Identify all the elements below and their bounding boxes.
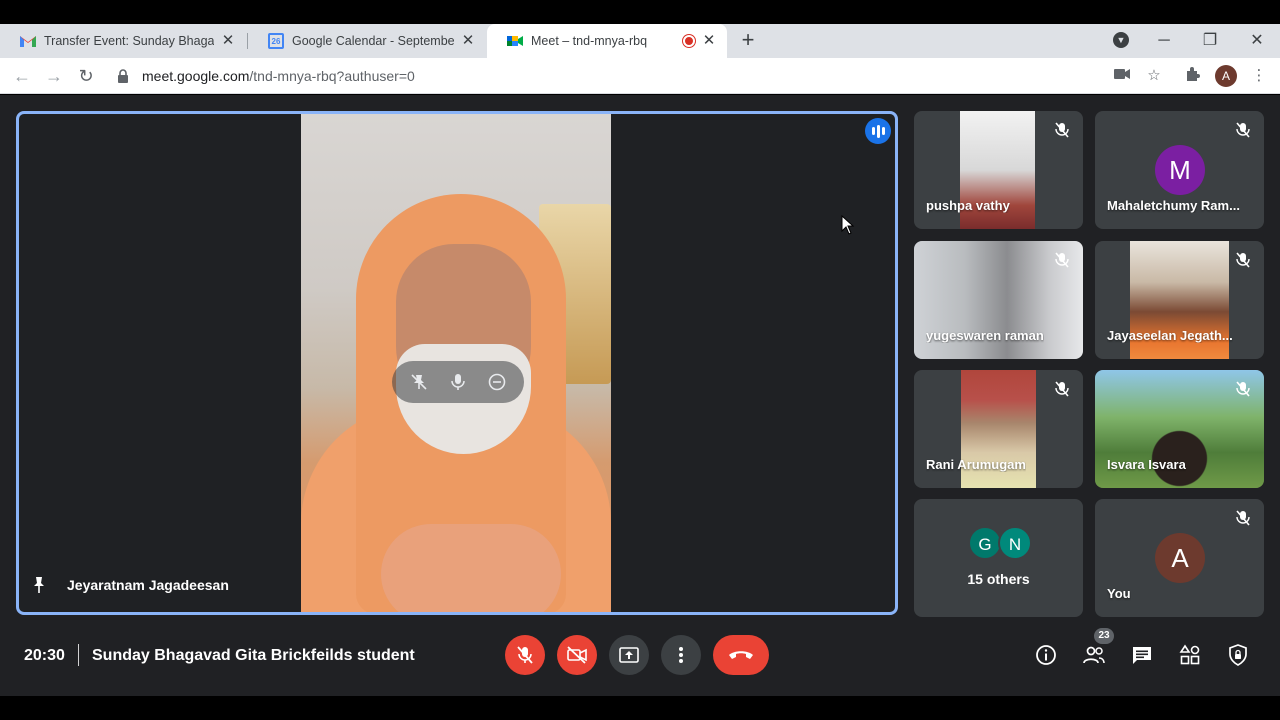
forward-button[interactable]: →: [42, 64, 66, 88]
close-icon[interactable]: ✕: [701, 33, 717, 49]
mic-off-icon: [1236, 252, 1250, 268]
remove-icon[interactable]: [485, 370, 509, 394]
url-text: meet.google.com/tnd-mnya-rbq?authuser=0: [142, 68, 415, 84]
participant-name: yugeswaren raman: [926, 328, 1044, 343]
tab-meet[interactable]: Meet – tnd-mnya-rbq ✕: [487, 24, 727, 58]
activities-button[interactable]: [1177, 642, 1203, 668]
mic-toggle-button[interactable]: [505, 635, 545, 675]
avatar: G: [968, 526, 1002, 560]
participant-tile[interactable]: Rani Arumugam: [914, 370, 1083, 488]
screen-bottom-edge: [0, 696, 1280, 720]
tab-title: Google Calendar - September 20: [292, 34, 454, 48]
more-vert-icon: [679, 647, 683, 663]
mouse-cursor-icon: [841, 215, 855, 235]
tab-title: Transfer Event: Sunday Bhagavad: [44, 34, 214, 48]
videocam-off-icon: [567, 646, 587, 664]
others-avatars: G N: [968, 526, 1032, 560]
avatar[interactable]: A: [1215, 65, 1237, 87]
gmail-icon: [20, 33, 36, 49]
camera-icon[interactable]: [1112, 66, 1132, 86]
participant-tile[interactable]: pushpa vathy: [914, 111, 1083, 229]
close-icon[interactable]: ✕: [220, 33, 236, 49]
speaking-indicator-icon: [865, 118, 891, 144]
meeting-details-button[interactable]: [1033, 642, 1059, 668]
extensions-icon[interactable]: [1183, 66, 1203, 86]
reload-button[interactable]: ↻: [74, 64, 98, 88]
mic-icon[interactable]: [446, 370, 470, 394]
more-options-button[interactable]: [661, 635, 701, 675]
close-icon[interactable]: ✕: [460, 33, 476, 49]
people-button[interactable]: [1081, 642, 1107, 668]
star-icon[interactable]: ☆: [1144, 66, 1164, 86]
participant-name: Jayaseelan Jegath...: [1107, 328, 1233, 343]
self-tile[interactable]: A You: [1095, 499, 1264, 617]
unpin-icon[interactable]: [407, 370, 431, 394]
minimize-button[interactable]: ─: [1152, 29, 1176, 53]
avatar: M: [1155, 145, 1205, 195]
recording-icon: [683, 35, 695, 47]
avatar: A: [1155, 533, 1205, 583]
mic-off-icon: [1055, 252, 1069, 268]
tab-calendar[interactable]: 26 Google Calendar - September 20 ✕: [248, 24, 486, 58]
browser-tab-strip: Transfer Event: Sunday Bhagavad ✕ 26 Goo…: [0, 24, 1280, 58]
participant-name: You: [1107, 586, 1131, 601]
info-icon: [1036, 645, 1056, 665]
participant-count-badge: 23: [1094, 628, 1114, 644]
host-controls-button[interactable]: [1225, 642, 1251, 668]
restore-button[interactable]: ❐: [1198, 29, 1222, 53]
close-window-button[interactable]: ✕: [1245, 29, 1269, 53]
participant-name: Isvara Isvara: [1107, 457, 1186, 472]
meet-icon: [507, 33, 523, 49]
new-tab-button[interactable]: +: [737, 29, 759, 51]
meet-stage: Jeyaratnam Jagadeesan pushpa vathy M Mah…: [0, 95, 1280, 696]
participant-tile[interactable]: M Mahaletchumy Ram...: [1095, 111, 1264, 229]
others-count: 15 others: [967, 571, 1030, 587]
pin-icon: [34, 577, 44, 593]
participant-tile[interactable]: yugeswaren raman: [914, 241, 1083, 359]
main-speaker-name: Jeyaratnam Jagadeesan: [31, 576, 229, 594]
present-icon: [619, 647, 639, 663]
meeting-clock: 20:30: [24, 647, 65, 664]
present-screen-button[interactable]: [609, 635, 649, 675]
call-end-icon: [729, 651, 753, 659]
tile-hover-controls: [392, 361, 524, 403]
meeting-title: Sunday Bhagavad Gita Brickfeilds student: [92, 647, 415, 664]
participant-tile[interactable]: Jayaseelan Jegath...: [1095, 241, 1264, 359]
camera-toggle-button[interactable]: [557, 635, 597, 675]
mic-off-icon: [1236, 510, 1250, 526]
calendar-icon: 26: [268, 33, 284, 49]
people-icon: [1083, 646, 1105, 664]
back-button[interactable]: ←: [10, 64, 34, 88]
shield-icon: [1229, 644, 1247, 666]
chat-button[interactable]: [1129, 642, 1155, 668]
browser-toolbar: ← → ↻ meet.google.com/tnd-mnya-rbq?authu…: [0, 58, 1280, 94]
participant-name: Rani Arumugam: [926, 457, 1026, 472]
divider: [78, 644, 79, 666]
tab-title: Meet – tnd-mnya-rbq: [531, 34, 648, 48]
participant-name: Mahaletchumy Ram...: [1107, 198, 1240, 213]
mic-off-icon: [1236, 122, 1250, 138]
mic-off-icon: [1055, 122, 1069, 138]
activities-icon: [1179, 644, 1200, 665]
chat-icon: [1133, 647, 1151, 664]
chevron-down-icon[interactable]: ▼: [1113, 32, 1129, 48]
lock-icon: [118, 69, 128, 83]
avatar: N: [998, 526, 1032, 560]
address-bar[interactable]: meet.google.com/tnd-mnya-rbq?authuser=0: [106, 62, 1176, 90]
participant-tile[interactable]: Isvara Isvara: [1095, 370, 1264, 488]
mic-off-icon: [517, 646, 533, 664]
leave-call-button[interactable]: [713, 635, 769, 675]
main-speaker-tile[interactable]: Jeyaratnam Jagadeesan: [16, 111, 898, 615]
mic-off-icon: [1055, 381, 1069, 397]
others-tile[interactable]: G N 15 others: [914, 499, 1083, 617]
tab-gmail[interactable]: Transfer Event: Sunday Bhagavad ✕: [0, 24, 246, 58]
more-vert-icon[interactable]: ⋮: [1249, 66, 1269, 86]
mic-off-icon: [1236, 381, 1250, 397]
participant-name: pushpa vathy: [926, 198, 1010, 213]
